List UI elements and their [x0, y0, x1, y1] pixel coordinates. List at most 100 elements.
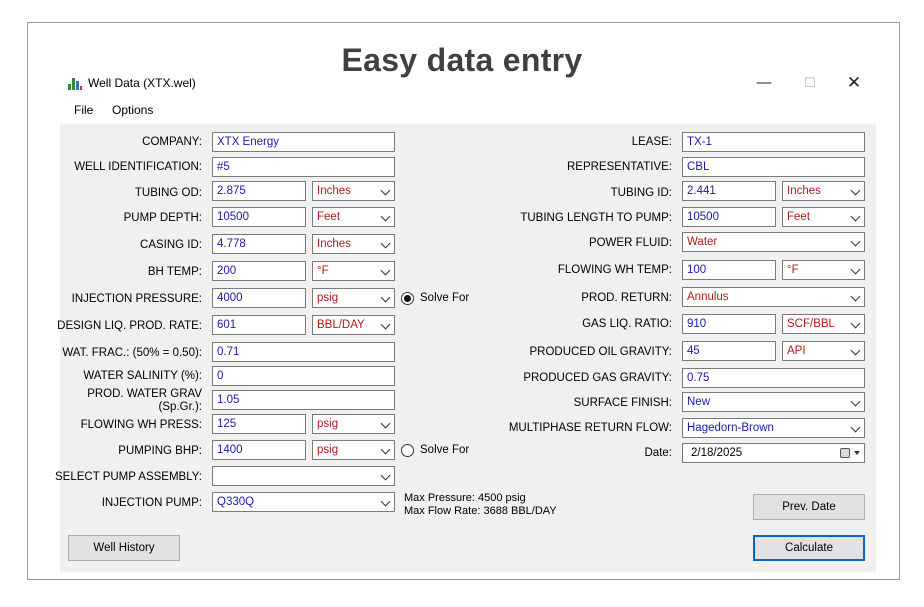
maximize-button[interactable]: ☐	[790, 70, 830, 96]
menu-file[interactable]: File	[74, 103, 93, 117]
gas-liq-ratio-unit-value: SCF/BBL	[787, 318, 835, 330]
injection-pressure-solve-for-label: Solve For	[420, 292, 470, 304]
window-title: Well Data (XTX.wel)	[88, 76, 196, 90]
well-identification-input[interactable]: #5	[212, 157, 395, 177]
tubing-length-unit-value: Feet	[787, 211, 811, 223]
flowing-wh-temp-unit-value: °F	[787, 264, 799, 276]
prev-date-button[interactable]: Prev. Date	[753, 494, 865, 520]
chevron-down-icon	[850, 345, 861, 356]
tubing-od-input[interactable]: 2.875	[212, 181, 306, 201]
flowing-wh-press-label: FLOWING WH PRESS:	[80, 419, 202, 431]
chevron-down-icon	[380, 292, 391, 303]
pumping-bhp-solve-for-radio[interactable]	[401, 444, 414, 457]
representative-input[interactable]: CBL	[682, 157, 865, 177]
company-input[interactable]: XTX Energy	[212, 132, 395, 152]
wat-frac-label: WAT. FRAC.: (50% = 0.50):	[62, 347, 202, 359]
gas-liq-ratio-label: GAS LIQ. RATIO:	[582, 318, 672, 330]
menu-options[interactable]: Options	[112, 103, 153, 117]
multiphase-return-flow-label: MULTIPHASE RETURN FLOW:	[508, 422, 672, 434]
bh-temp-unit-select[interactable]: °F	[312, 261, 395, 281]
injection-pressure-label: INJECTION PRESSURE:	[71, 293, 202, 305]
select-pump-assembly-select[interactable]	[212, 466, 395, 486]
tubing-id-label: TUBING ID:	[610, 187, 672, 199]
pump-depth-unit-select[interactable]: Feet	[312, 207, 395, 227]
chevron-down-icon	[850, 396, 861, 407]
pumping-bhp-unit-value: psig	[317, 444, 339, 456]
prod-water-grav-label: PROD. WATER GRAV (Sp.Gr.):	[87, 388, 202, 414]
design-liq-prod-rate-unit-value: BBL/DAY	[317, 319, 365, 331]
tubing-od-unit-select[interactable]: Inches	[312, 181, 395, 201]
wat-frac-input[interactable]: 0.71	[212, 342, 395, 362]
injection-pressure-unit-value: psig	[317, 292, 339, 304]
produced-oil-gravity-label: PRODUCED OIL GRAVITY:	[529, 346, 673, 358]
select-pump-assembly-label: SELECT PUMP ASSEMBLY:	[54, 471, 202, 483]
prod-return-select[interactable]: Annulus	[682, 287, 865, 307]
injection-pressure-input[interactable]: 4000	[212, 288, 306, 308]
design-liq-prod-rate-unit-select[interactable]: BBL/DAY	[312, 315, 395, 335]
chevron-down-icon	[380, 418, 391, 429]
power-fluid-value: Water	[687, 236, 718, 248]
chevron-down-icon	[850, 211, 861, 222]
power-fluid-select[interactable]: Water	[682, 232, 865, 252]
tubing-od-unit-value: Inches	[317, 185, 351, 197]
bh-temp-unit-value: °F	[317, 265, 329, 277]
prod-water-grav-input[interactable]: 1.05	[212, 390, 395, 410]
flowing-wh-press-unit-value: psig	[317, 418, 339, 430]
lease-input[interactable]: TX-1	[682, 132, 865, 152]
tubing-id-input[interactable]: 2.441	[682, 181, 776, 201]
tubing-id-unit-value: Inches	[787, 185, 821, 197]
window-titlebar: Well Data (XTX.wel) — ☐ ✕	[28, 66, 900, 98]
gas-liq-ratio-input[interactable]: 910	[682, 314, 776, 334]
close-button[interactable]: ✕	[834, 70, 874, 96]
pumping-bhp-label: PUMPING BHP:	[118, 445, 202, 457]
casing-id-unit-select[interactable]: Inches	[312, 234, 395, 254]
water-salinity-input[interactable]: 0	[212, 366, 395, 386]
chevron-down-icon	[380, 496, 391, 507]
gas-liq-ratio-unit-select[interactable]: SCF/BBL	[782, 314, 865, 334]
injection-pump-label: INJECTION PUMP:	[101, 497, 202, 509]
lease-label: LEASE:	[631, 136, 672, 148]
multiphase-return-flow-select[interactable]: Hagedorn-Brown	[682, 418, 865, 438]
menubar: File Options	[28, 98, 900, 122]
produced-oil-gravity-input[interactable]: 45	[682, 341, 776, 361]
tubing-id-unit-select[interactable]: Inches	[782, 181, 865, 201]
well-history-button[interactable]: Well History	[68, 535, 180, 561]
flowing-wh-temp-unit-select[interactable]: °F	[782, 260, 865, 280]
flowing-wh-press-unit-select[interactable]: psig	[312, 414, 395, 434]
calendar-icon[interactable]	[840, 448, 850, 458]
caret-down-icon[interactable]	[854, 451, 860, 455]
flowing-wh-press-input[interactable]: 125	[212, 414, 306, 434]
minimize-button[interactable]: —	[744, 70, 784, 96]
date-picker[interactable]: 2/18/2025	[682, 443, 865, 463]
surface-finish-label: SURFACE FINISH:	[573, 397, 672, 409]
calculate-button[interactable]: Calculate	[753, 535, 865, 561]
pump-depth-input[interactable]: 10500	[212, 207, 306, 227]
chevron-down-icon	[380, 319, 391, 330]
design-liq-prod-rate-input[interactable]: 601	[212, 315, 306, 335]
chevron-down-icon	[850, 185, 861, 196]
water-salinity-label: WATER SALINITY (%):	[83, 370, 202, 382]
multiphase-return-flow-value: Hagedorn-Brown	[687, 422, 774, 434]
surface-finish-value: New	[687, 396, 711, 408]
pumping-bhp-input[interactable]: 1400	[212, 440, 306, 460]
tubing-length-to-pump-input[interactable]: 10500	[682, 207, 776, 227]
flowing-wh-temp-label: FLOWING WH TEMP:	[557, 264, 672, 276]
prod-return-label: PROD. RETURN:	[581, 292, 672, 304]
date-label: Date:	[644, 447, 673, 459]
injection-pressure-solve-for-radio[interactable]	[401, 292, 414, 305]
chevron-down-icon	[380, 211, 391, 222]
casing-id-input[interactable]: 4.778	[212, 234, 306, 254]
tubing-length-unit-select[interactable]: Feet	[782, 207, 865, 227]
injection-pressure-unit-select[interactable]: psig	[312, 288, 395, 308]
produced-gas-gravity-input[interactable]: 0.75	[682, 368, 865, 388]
bh-temp-label: BH TEMP:	[147, 266, 202, 278]
well-identification-label: WELL IDENTIFICATION:	[74, 161, 202, 173]
pump-info: Max Pressure: 4500 psig Max Flow Rate: 36…	[404, 492, 557, 518]
flowing-wh-temp-input[interactable]: 100	[682, 260, 776, 280]
injection-pump-select[interactable]: Q330Q	[212, 492, 395, 512]
bh-temp-input[interactable]: 200	[212, 261, 306, 281]
surface-finish-select[interactable]: New	[682, 392, 865, 412]
pumping-bhp-unit-select[interactable]: psig	[312, 440, 395, 460]
company-label: COMPANY:	[142, 136, 202, 148]
produced-oil-gravity-unit-select[interactable]: API	[782, 341, 865, 361]
